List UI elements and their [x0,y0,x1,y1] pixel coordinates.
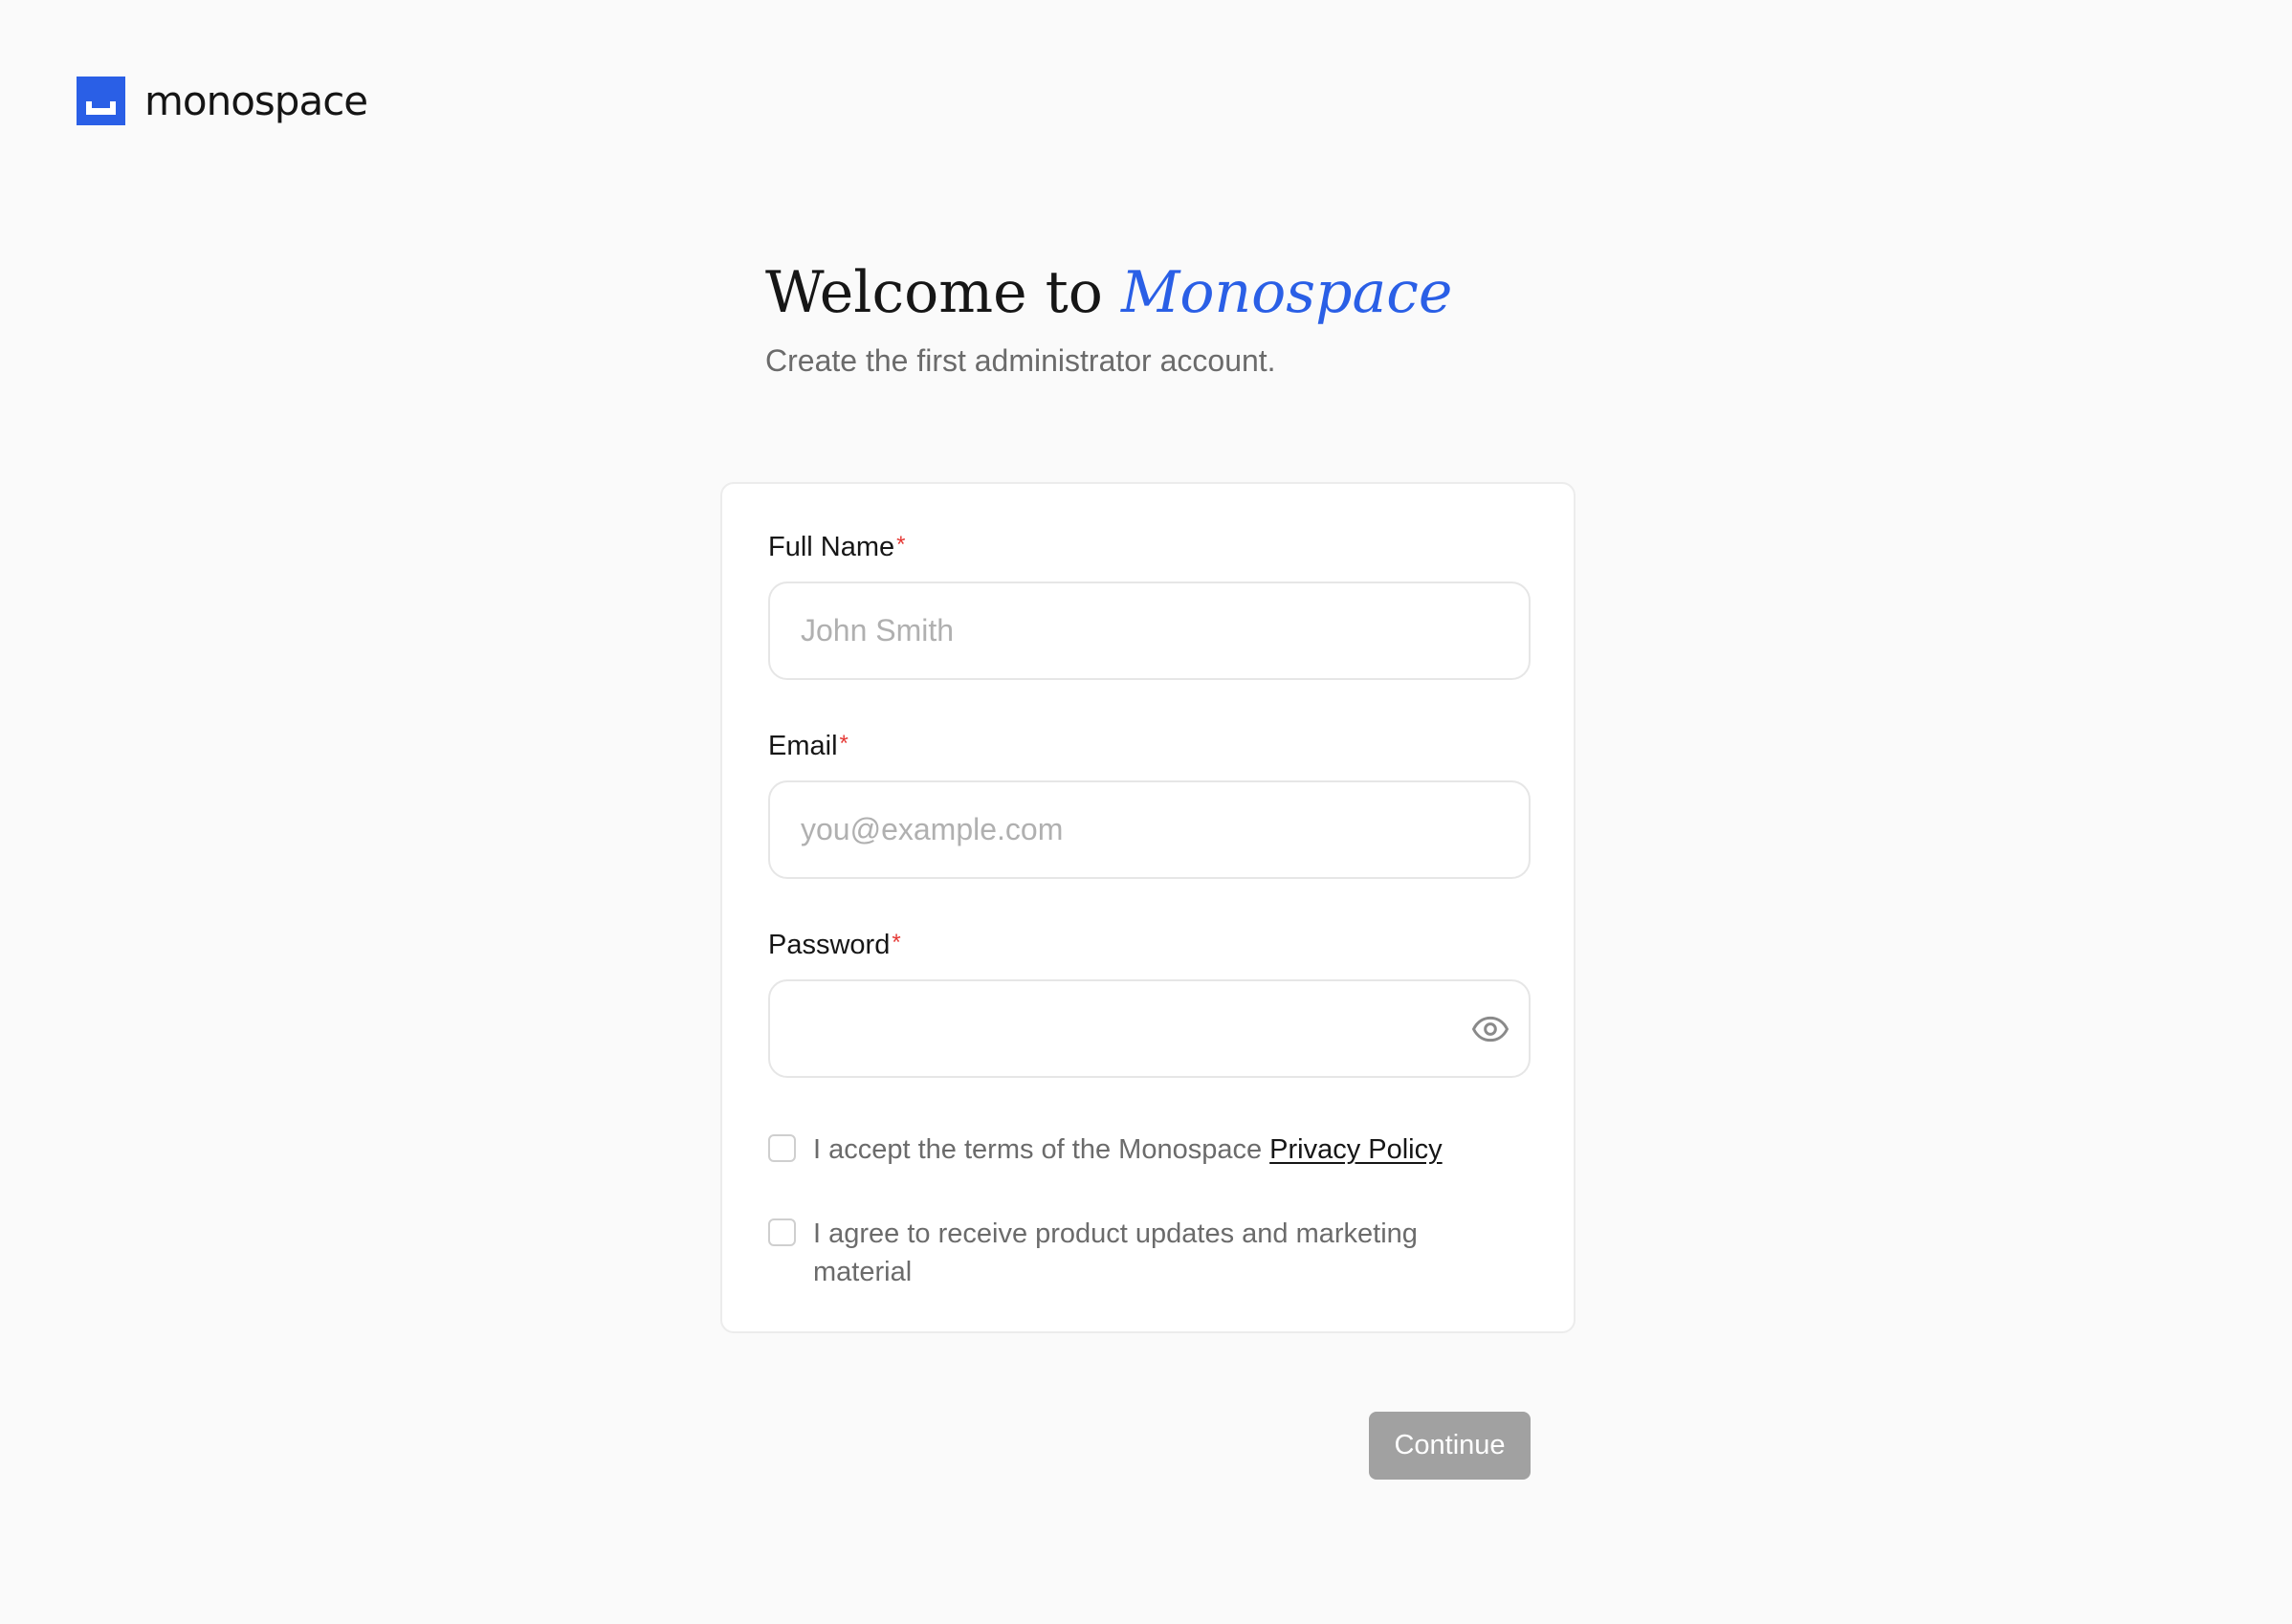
eye-icon [1472,1016,1509,1042]
brand-name: monospace [144,77,368,124]
email-label: Email* [768,731,848,761]
brand-logo: monospace [77,77,368,125]
required-asterisk: * [892,930,901,955]
full-name-input[interactable] [770,583,1529,678]
full-name-field: Full Name* [768,532,1531,680]
terms-label: I accept the terms of the Monospace Priv… [813,1134,1443,1165]
show-password-toggle[interactable] [1469,1008,1511,1050]
continue-button[interactable]: Continue [1369,1412,1531,1480]
page-subtitle: Create the first administrator account. [765,343,1276,378]
password-field: Password* [768,930,1531,1078]
page-title: Welcome to Monospace [765,260,1626,326]
marketing-checkbox[interactable] [768,1218,796,1246]
password-label: Password* [768,930,901,960]
email-field: Email* [768,731,1531,879]
required-asterisk: * [896,532,906,558]
page-title-prefix: Welcome to [765,259,1121,326]
welcome-header: Welcome to Monospace Create the first ad… [765,260,1626,379]
password-input-box [768,979,1531,1078]
privacy-policy-link[interactable]: Privacy Policy [1269,1134,1443,1165]
marketing-label: I agree to receive product updates and m… [813,1218,1418,1287]
monospace-logo-icon [77,77,125,125]
full-name-label: Full Name* [768,532,906,562]
terms-consent-row: I accept the terms of the Monospace Priv… [768,1130,1533,1169]
full-name-input-box [768,582,1531,680]
email-input-box [768,780,1531,879]
required-asterisk: * [839,731,848,757]
password-input[interactable] [770,981,1529,1076]
terms-checkbox[interactable] [768,1134,796,1162]
email-input[interactable] [770,782,1529,877]
admin-account-form: Full Name* Email* Password* I accept the… [720,482,1576,1333]
page-title-accent: Monospace [1120,259,1453,326]
marketing-consent-row: I agree to receive product updates and m… [768,1215,1533,1291]
